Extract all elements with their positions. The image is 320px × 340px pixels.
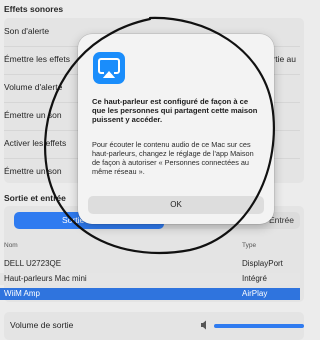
device-name: WiiM Amp [4,289,40,298]
section-title-sound-effects: Effets sonores [4,4,64,14]
column-header-type[interactable]: Type [242,242,256,249]
output-volume-label: Volume de sortie [10,320,74,330]
segment-input[interactable]: Entrée [269,215,294,225]
airplay-icon [93,52,125,84]
row-label: Activer les effets [4,138,67,148]
device-name: DELL U2723QE [4,259,62,268]
dialog-title: Ce haut-parleur est configuré de façon à… [92,97,258,124]
section-title-output-input: Sortie et entrée [4,193,66,203]
device-row-mac-mini-speakers[interactable]: Haut-parleurs Mac mini Intégré [0,273,300,285]
column-header-name[interactable]: Nom [4,242,18,249]
row-label: Volume d'alerte [4,82,63,92]
device-name: Haut-parleurs Mac mini [4,274,87,283]
row-label: Émettre un son [4,166,62,176]
device-row-wiim-amp[interactable]: WiiM Amp AirPlay [0,288,300,300]
speaker-icon [201,320,206,330]
airplay-permission-dialog: Ce haut-parleur est configuré de façon à… [78,34,274,224]
device-type: AirPlay [242,289,268,298]
device-type: DisplayPort [242,259,283,268]
ok-button[interactable]: OK [88,196,264,214]
device-type: Intégré [242,274,267,283]
output-volume-slider[interactable] [214,324,304,328]
device-row-dell[interactable]: DELL U2723QE DisplayPort [0,258,300,270]
row-label: Émettre un son [4,110,62,120]
dialog-message: Pour écouter le contenu audio de ce Mac … [92,140,254,176]
device-table-header: Nom Type [4,241,300,253]
row-label: Son d'alerte [4,26,50,36]
row-label: Émettre les effets [4,54,70,64]
